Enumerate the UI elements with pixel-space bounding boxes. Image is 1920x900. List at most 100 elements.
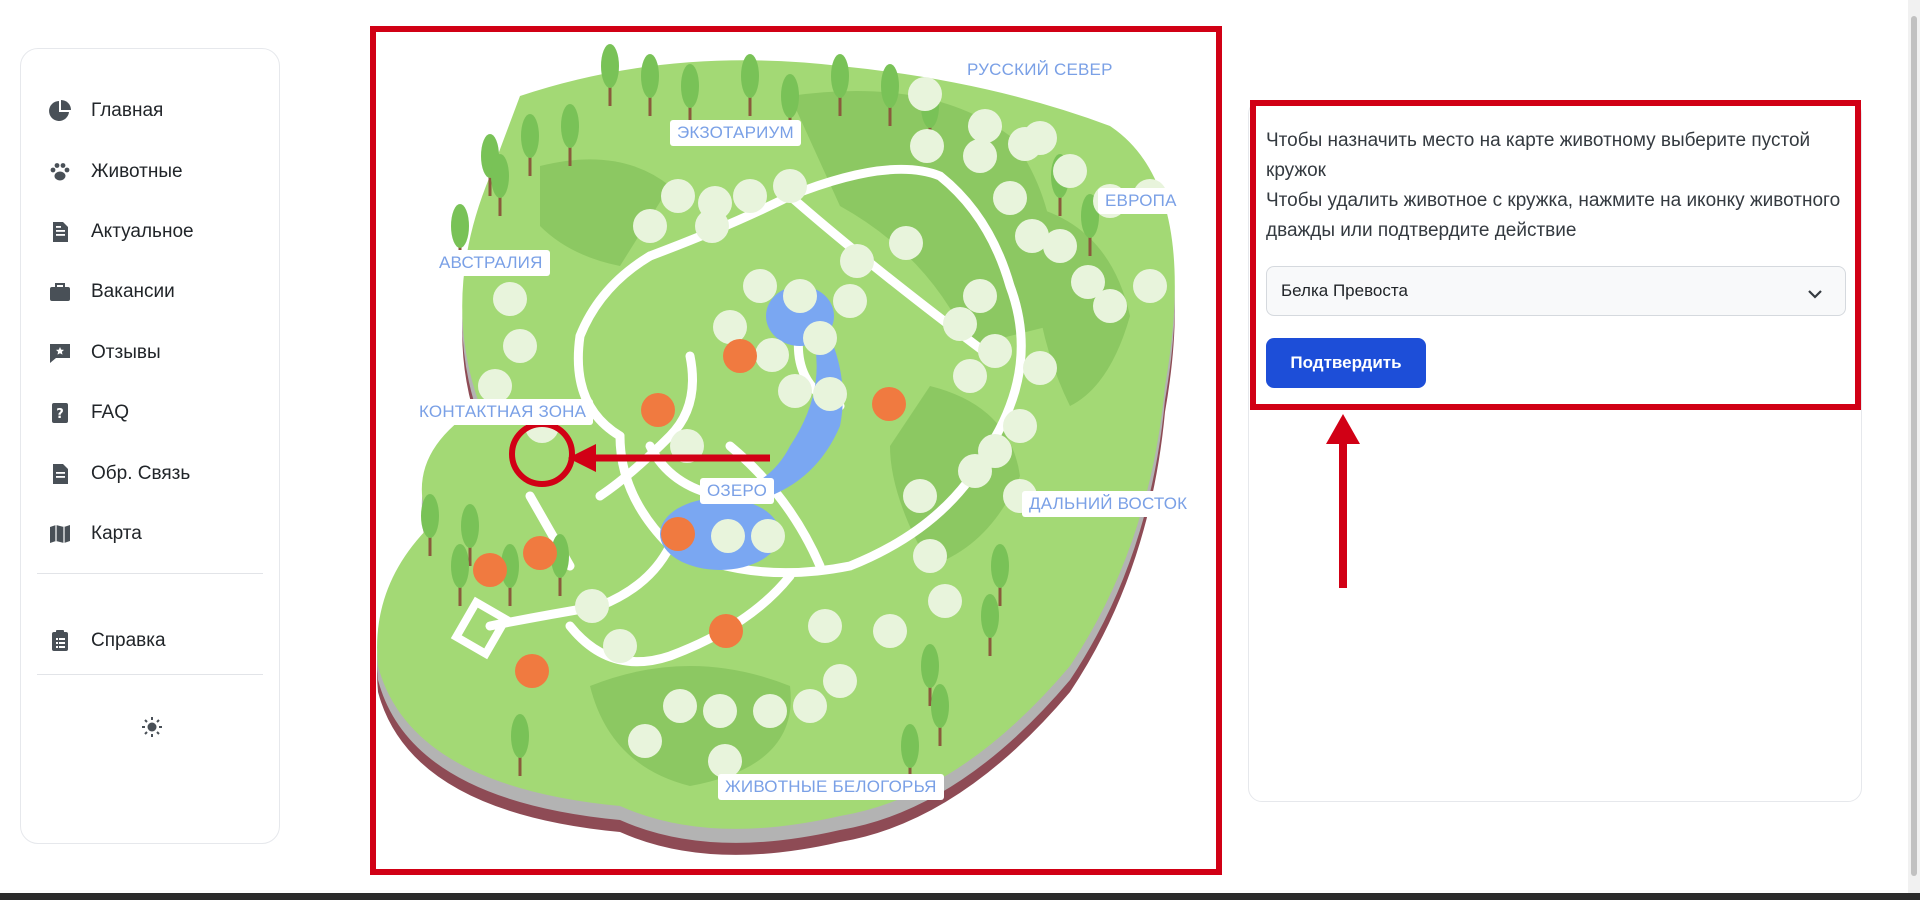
enclosure-circle — [751, 519, 785, 553]
sidebar-item-news[interactable]: Актуальное — [47, 202, 194, 262]
enclosure-circle — [493, 282, 527, 316]
facility-icon — [723, 339, 757, 373]
enclosure-circle — [633, 209, 667, 243]
enclosure-circle — [703, 694, 737, 728]
sidebar-item-label: Животные — [91, 160, 183, 182]
zone-label-australia: АВСТРАЛИЯ — [432, 250, 550, 276]
enclosure-circle — [1093, 289, 1127, 323]
enclosure-circle — [603, 629, 637, 663]
enclosure-circle — [755, 338, 789, 372]
clipboard-icon — [47, 628, 73, 654]
instruction-remove: Чтобы удалить животное с кружка, нажмите… — [1266, 190, 1841, 241]
enclosure-circle — [663, 689, 697, 723]
instruction-assign: Чтобы назначить место на карте животному… — [1266, 130, 1811, 181]
enclosure-circle — [833, 284, 867, 318]
facility-icon — [473, 553, 507, 587]
pie-chart-icon — [47, 98, 73, 124]
enclosure-circle — [968, 109, 1002, 143]
facility-icon — [641, 393, 675, 427]
enclosure-circle — [913, 539, 947, 573]
facility-icon — [523, 536, 557, 570]
enclosure-circle — [978, 334, 1012, 368]
scrollbar-thumb[interactable] — [1911, 16, 1917, 876]
enclosure-circle — [963, 139, 997, 173]
sidebar-item-help[interactable]: Справка — [47, 611, 166, 671]
facility-icon — [515, 654, 549, 688]
zoo-map-illustration — [377, 44, 1175, 855]
animal-select-value: Белка Превоста — [1281, 281, 1408, 300]
enclosure-circle — [803, 321, 837, 355]
zone-label-north: РУССКИЙ СЕВЕР — [960, 57, 1120, 83]
zone-label-far-east: ДАЛЬНИЙ ВОСТОК — [1022, 491, 1195, 517]
zoo-map: РУССКИЙ СЕВЕР ЭКЗОТАРИУМ ЕВРОПА АВСТРАЛИ… — [370, 26, 1222, 875]
sidebar-item-label: Справка — [91, 630, 166, 652]
enclosure-circle — [943, 307, 977, 341]
sidebar-item-label: Отзывы — [91, 341, 161, 363]
review-icon — [47, 340, 73, 366]
paw-icon — [47, 159, 73, 185]
enclosure-circle — [889, 226, 923, 260]
taskbar-edge — [0, 893, 1920, 900]
zone-label-belogorye: ЖИВОТНЫЕ БЕЛОГОРЬЯ — [718, 774, 944, 800]
sidebar-nav: Главная Животные Актуальное Вакансии Отз… — [47, 81, 194, 564]
enclosure-circle — [793, 689, 827, 723]
enclosure-circle — [708, 744, 742, 778]
enclosure-circle — [1043, 229, 1077, 263]
animal-select[interactable]: Белка Превоста — [1266, 266, 1846, 316]
facility-icon — [661, 517, 695, 551]
sidebar-item-label: Карта — [91, 522, 142, 544]
map-icon — [47, 521, 73, 547]
enclosure-circle — [753, 694, 787, 728]
enclosure-circle — [963, 279, 997, 313]
facility-icon — [709, 614, 743, 648]
enclosure-circle — [478, 369, 512, 403]
enclosure-circle — [873, 614, 907, 648]
enclosure-circle — [695, 209, 729, 243]
sidebar-item-map[interactable]: Карта — [47, 504, 194, 564]
facility-icon — [872, 387, 906, 421]
sidebar-item-label: Вакансии — [91, 281, 175, 303]
sidebar-item-faq[interactable]: ? FAQ — [47, 383, 194, 443]
sidebar-divider — [37, 573, 263, 574]
instructions: Чтобы назначить место на карте животному… — [1266, 126, 1848, 246]
sidebar-divider — [37, 674, 263, 675]
enclosure-circle — [575, 589, 609, 623]
zone-label-exotarium: ЭКЗОТАРИУМ — [670, 120, 801, 146]
enclosure-circle — [978, 434, 1012, 468]
enclosure-circle — [773, 169, 807, 203]
enclosure-circle — [711, 519, 745, 553]
enclosure-circle — [953, 359, 987, 393]
enclosure-circle — [823, 664, 857, 698]
enclosure-circle — [1003, 409, 1037, 443]
enclosure-circle — [908, 77, 942, 111]
enclosure-circle — [928, 584, 962, 618]
zone-label-lake: ОЗЕРО — [700, 478, 775, 504]
sidebar-item-vacancies[interactable]: Вакансии — [47, 262, 194, 322]
briefcase-icon — [47, 279, 73, 305]
sidebar-item-feedback[interactable]: Обр. Связь — [47, 443, 194, 503]
enclosure-circle — [993, 181, 1027, 215]
confirm-button[interactable]: Подтвердить — [1266, 338, 1426, 388]
enclosure-circle — [778, 374, 812, 408]
sidebar-item-reviews[interactable]: Отзывы — [47, 323, 194, 383]
enclosure-circle — [840, 244, 874, 278]
enclosure-circle — [808, 609, 842, 643]
enclosure-circle — [743, 269, 777, 303]
sidebar-item-animals[interactable]: Животные — [47, 141, 194, 201]
sidebar-item-label: Актуальное — [91, 220, 194, 242]
sidebar-item-label: FAQ — [91, 402, 130, 424]
zone-label-europe: ЕВРОПА — [1098, 188, 1184, 214]
theme-toggle-sun-icon[interactable] — [139, 714, 165, 740]
sidebar: Главная Животные Актуальное Вакансии Отз… — [20, 48, 280, 844]
feedback-icon — [47, 461, 73, 487]
enclosure-circle — [733, 179, 767, 213]
enclosure-circle — [713, 310, 747, 344]
enclosure-circle — [903, 479, 937, 513]
document-icon — [47, 219, 73, 245]
chevron-down-icon — [1807, 285, 1823, 305]
page-scrollbar[interactable] — [1908, 0, 1920, 893]
enclosure-circle — [628, 724, 662, 758]
enclosure-circle — [503, 329, 537, 363]
svg-text:?: ? — [56, 407, 64, 422]
sidebar-item-home[interactable]: Главная — [47, 81, 194, 141]
